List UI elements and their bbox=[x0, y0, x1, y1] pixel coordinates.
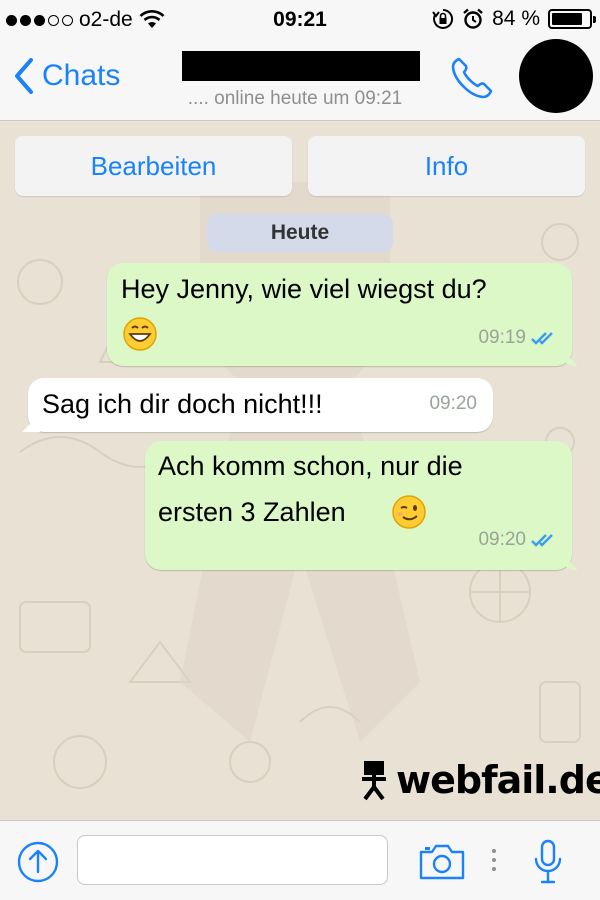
contact-avatar[interactable] bbox=[519, 39, 593, 113]
grinning-face-emoji-icon bbox=[123, 317, 157, 351]
watermark: webfail.de bbox=[358, 758, 600, 802]
message-text: Ach komm schon, nur die bbox=[158, 451, 463, 481]
message-time: 09:20 bbox=[478, 529, 526, 550]
back-button[interactable]: Chats bbox=[14, 58, 120, 94]
double-check-icon bbox=[531, 533, 553, 547]
contact-status: .... online heute um 09:21 bbox=[187, 88, 403, 109]
camera-icon[interactable] bbox=[418, 843, 466, 881]
message-bubble-incoming[interactable]: Sag ich dir doch nicht!!! 09:20 bbox=[22, 378, 493, 432]
message-bubble-outgoing[interactable]: Ach komm schon, nur die ersten 3 Zahlen … bbox=[145, 441, 578, 570]
phone-icon[interactable] bbox=[448, 54, 496, 102]
status-bar: o2-de 09:21 84 % bbox=[0, 0, 600, 38]
edit-button[interactable]: Bearbeiten bbox=[15, 136, 292, 196]
message-meta: 09:20 bbox=[429, 381, 477, 426]
chevron-left-icon bbox=[15, 58, 33, 94]
drag-handle-icon bbox=[492, 849, 496, 871]
back-button-label: Chats bbox=[42, 59, 121, 92]
contact-name-redacted[interactable] bbox=[182, 51, 420, 81]
message-time: 09:19 bbox=[478, 327, 526, 348]
message-text: Sag ich dir doch nicht!!! bbox=[42, 389, 323, 419]
message-bubble-outgoing[interactable]: Hey Jenny, wie viel wiegst du? 09:19 bbox=[107, 263, 578, 366]
message-meta: 09:20 bbox=[478, 517, 558, 562]
battery-level bbox=[552, 13, 583, 25]
message-input[interactable] bbox=[77, 835, 388, 885]
webfail-logo-icon bbox=[362, 761, 386, 801]
message-text: ersten 3 Zahlen bbox=[158, 490, 346, 535]
watermark-text: webfail.de bbox=[396, 758, 600, 802]
message-time: 09:20 bbox=[429, 393, 477, 414]
winking-face-emoji-icon bbox=[392, 495, 426, 529]
share-arrow-icon[interactable] bbox=[16, 840, 60, 884]
message-text: Hey Jenny, wie viel wiegst du? bbox=[121, 274, 487, 304]
alarm-clock-icon bbox=[463, 8, 483, 29]
chat-area: Bearbeiten Info Heute Hey Jenny, wie vie… bbox=[0, 122, 600, 820]
message-text-line: ersten 3 Zahlen bbox=[158, 497, 346, 527]
microphone-icon[interactable] bbox=[533, 839, 563, 885]
message-meta: 09:19 bbox=[478, 315, 558, 360]
message-input-bar bbox=[0, 820, 600, 900]
double-check-icon bbox=[531, 331, 553, 345]
battery-percentage: 84 % bbox=[492, 7, 540, 30]
info-button[interactable]: Info bbox=[308, 136, 585, 196]
chat-header: Chats .... online heute um 09:21 bbox=[0, 38, 600, 121]
rotation-lock-icon bbox=[432, 8, 454, 29]
battery-icon bbox=[548, 9, 596, 29]
date-separator: Heute bbox=[207, 214, 393, 252]
